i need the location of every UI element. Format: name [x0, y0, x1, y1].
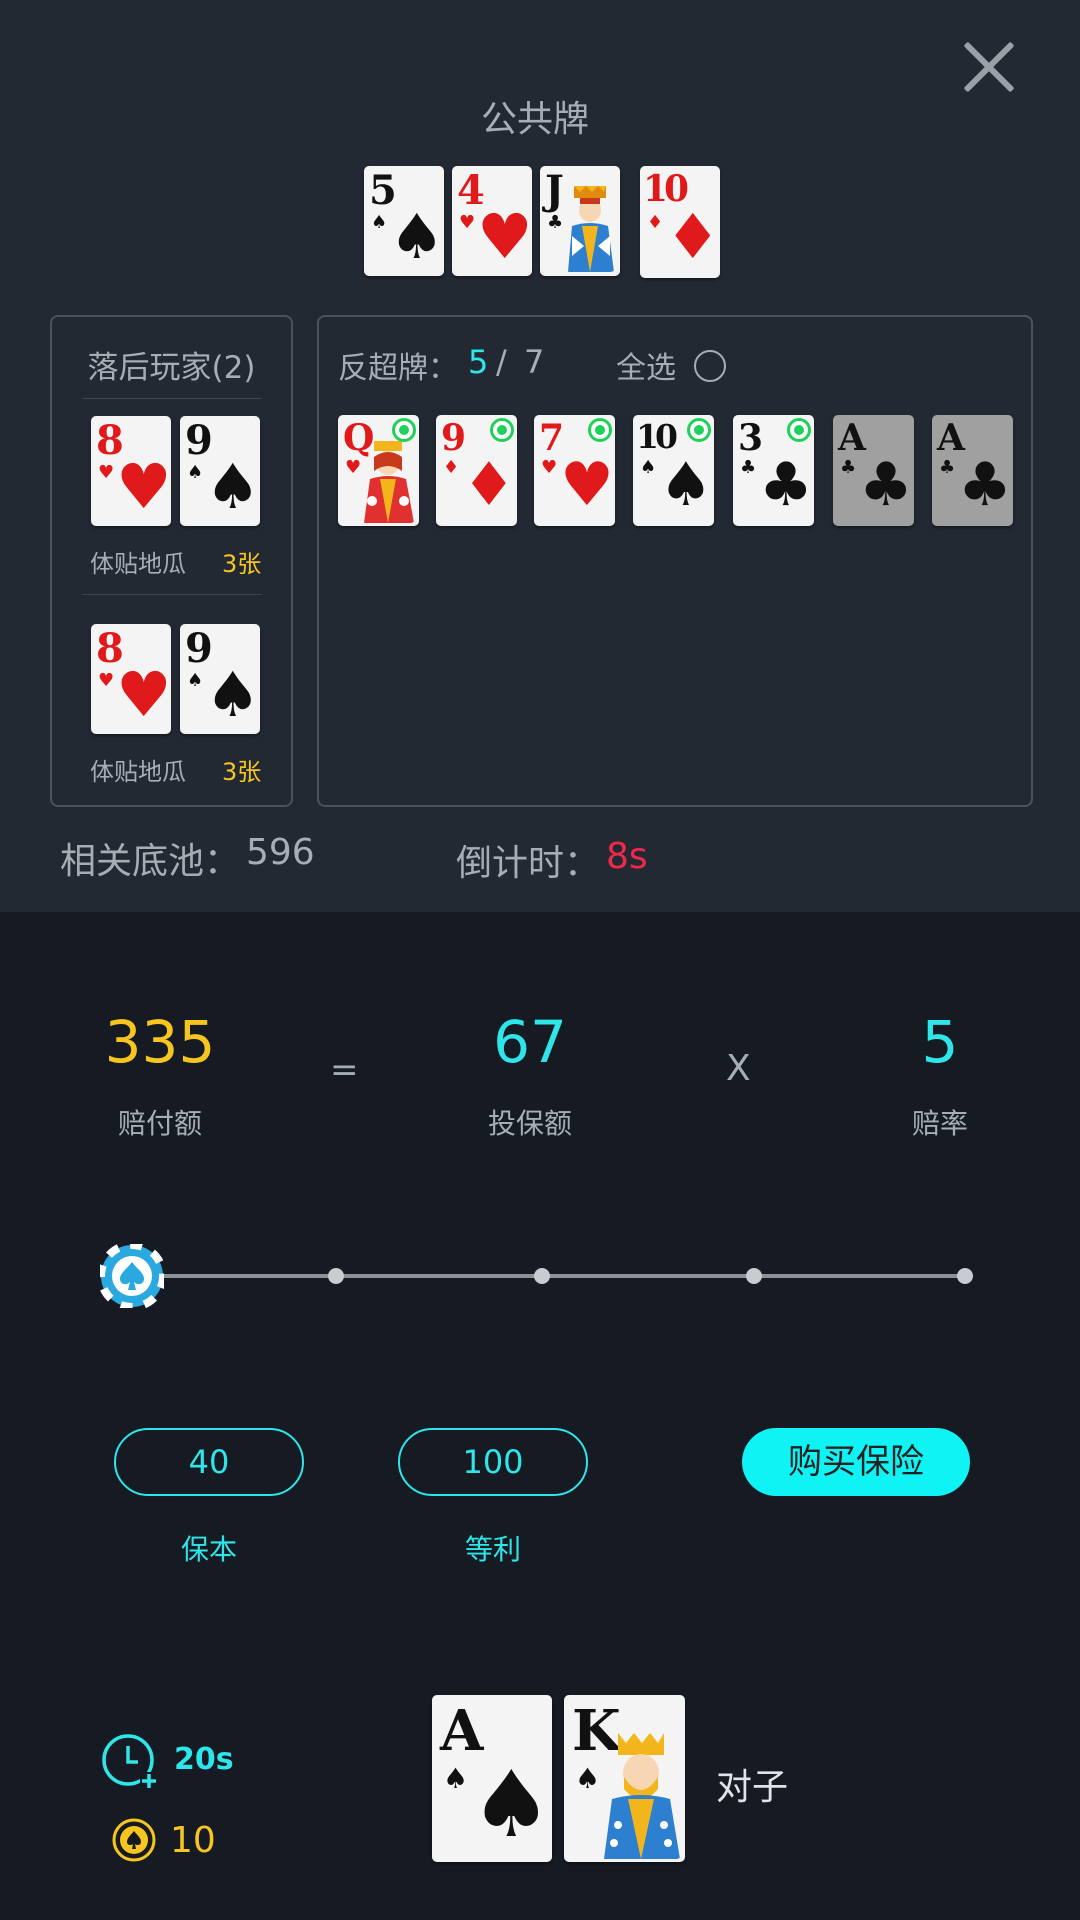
trailing-players-title: 落后玩家(2) [87, 350, 256, 386]
king-portrait-icon [604, 1733, 680, 1859]
payout-label: 赔付额 [117, 1107, 202, 1140]
breakeven-label: 保本 [180, 1533, 237, 1566]
outs-panel [317, 315, 1033, 807]
out-card[interactable]: 9 ♦ ♦ [436, 415, 517, 526]
out-card[interactable]: 10 ♠ ♠ [633, 415, 714, 526]
times-sign: X [726, 1048, 751, 1089]
odds-value: 5 [921, 1008, 959, 1076]
close-icon[interactable] [960, 38, 1018, 96]
queen-portrait-icon [364, 441, 414, 523]
equals-sign: = [330, 1050, 359, 1090]
odds-label: 赔率 [911, 1107, 968, 1140]
player-name: 体贴地瓜 [90, 550, 186, 578]
community-cards-title: 公共牌 [480, 99, 589, 140]
premium-label: 投保额 [487, 1107, 572, 1140]
player-hole-card: 9 ♠ ♠ [180, 624, 260, 734]
outs-selected-count: 5 [468, 343, 489, 381]
spade-chip-icon[interactable] [100, 1244, 164, 1308]
hand-type: 对子 [716, 1767, 789, 1808]
slider-stop[interactable] [957, 1268, 973, 1284]
breakeven-button[interactable]: 40 [114, 1428, 304, 1496]
community-card: 5 ♠ ♠ [364, 166, 444, 276]
pot-value: 596 [246, 832, 315, 873]
selected-check-icon [490, 418, 514, 442]
divider [82, 594, 262, 595]
out-card[interactable]: Q ♥ [338, 415, 419, 526]
add-time-value: 20s [174, 1742, 234, 1777]
selected-check-icon [787, 418, 811, 442]
countdown-value: 8s [606, 836, 648, 877]
insurance-panel: 公共牌 5 ♠ ♠ 4 ♥ ♥ J ♣ 10 ♦ ♦ 落后玩家(2) 8 ♥ ♥… [0, 0, 1080, 912]
pot-label: 相关底池： [60, 841, 241, 882]
outs-total: 7 [524, 343, 545, 381]
select-all-radio[interactable] [694, 350, 726, 382]
community-card: 4 ♥ ♥ [452, 166, 532, 276]
equal-profit-button[interactable]: 100 [398, 1428, 588, 1496]
hand-card: A ♠ ♠ [432, 1695, 552, 1862]
coin-icon [112, 1818, 156, 1862]
slider-stop[interactable] [534, 1268, 550, 1284]
player-outs-count: 3张 [222, 550, 262, 578]
player-hole-card: 8 ♥ ♥ [91, 624, 171, 734]
player-hole-card: 8 ♥ ♥ [91, 416, 171, 526]
jack-portrait-icon [568, 186, 614, 272]
hand-card: K ♠ [564, 1695, 685, 1862]
player-hole-card: 9 ♠ ♠ [180, 416, 260, 526]
payout-amount: 335 [104, 1008, 216, 1076]
out-card[interactable]: 3 ♣ ♣ [733, 415, 814, 526]
out-card[interactable]: 7 ♥ ♥ [534, 415, 615, 526]
countdown-label: 倒计时： [456, 843, 601, 884]
selected-check-icon [588, 418, 612, 442]
buy-insurance-button[interactable]: 购买保险 [742, 1428, 970, 1496]
slider-stop[interactable] [746, 1268, 762, 1284]
outs-label: 反超牌： [338, 351, 458, 386]
out-card[interactable]: A ♣ ♣ [833, 415, 914, 526]
slider-stop[interactable] [328, 1268, 344, 1284]
select-all-label[interactable]: 全选 [616, 343, 676, 387]
community-card: J ♣ [540, 166, 620, 276]
clock-plus-icon[interactable] [100, 1732, 160, 1792]
community-card: 10 ♦ ♦ [640, 166, 720, 278]
selected-check-icon [392, 418, 416, 442]
player-name: 体贴地瓜 [90, 758, 186, 786]
divider [82, 398, 262, 399]
premium-amount: 67 [493, 1008, 567, 1076]
outs-separator: / [496, 343, 507, 381]
equal-profit-label: 等利 [464, 1533, 521, 1566]
out-card[interactable]: A ♣ ♣ [932, 415, 1013, 526]
player-outs-count: 3张 [222, 758, 262, 786]
coin-cost: 10 [170, 1820, 216, 1861]
selected-check-icon [687, 418, 711, 442]
